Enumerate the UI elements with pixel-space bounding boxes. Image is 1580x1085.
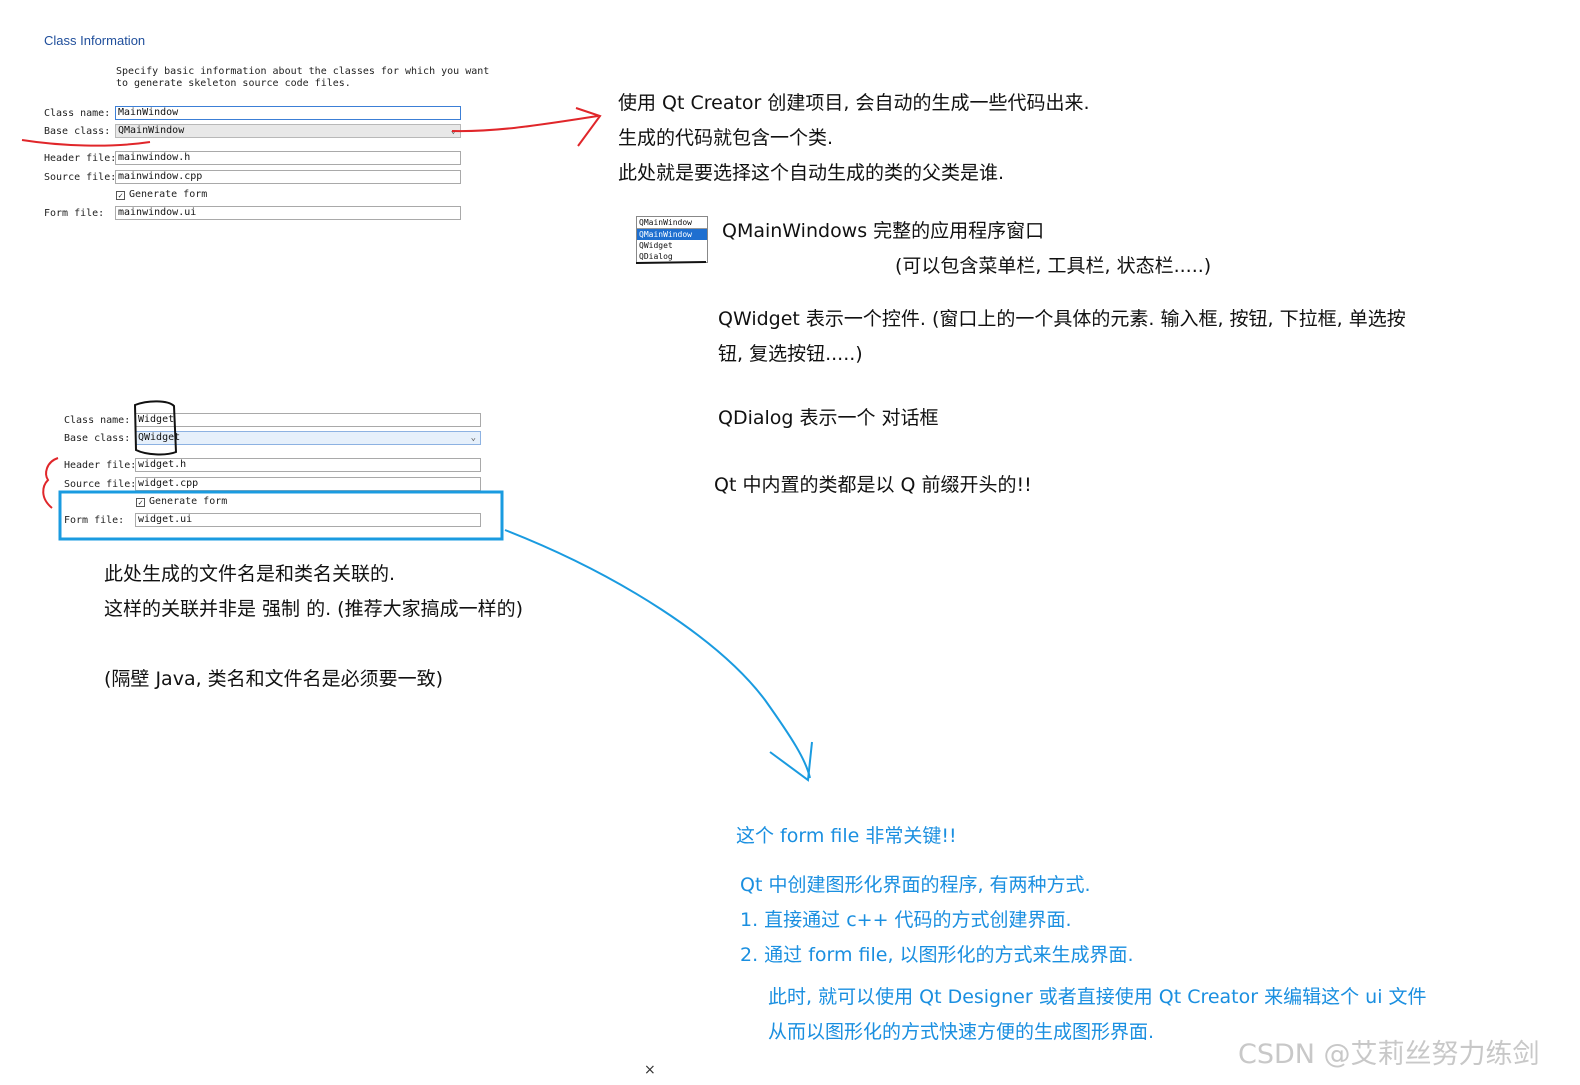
blue-arrowhead-annotation xyxy=(769,741,813,782)
note-way-1: 1. 直接通过 c++ 代码的方式创建界面. xyxy=(740,909,1072,931)
red-arrow-annotation xyxy=(451,115,599,133)
note-qwidget-1: QWidget 表示一个控件. (窗口上的一个具体的元素. 输入框, 按钮, 下… xyxy=(718,308,1406,330)
black-bracket-annotation xyxy=(133,400,178,456)
note-intro-1: 使用 Qt Creator 创建项目, 会自动的生成一些代码出来. xyxy=(618,92,1090,114)
note-java: (隔壁 Java, 类名和文件名是必须要一致) xyxy=(104,668,444,690)
note-designer-2: 从而以图形化的方式快速方便的生成图形界面. xyxy=(768,1021,1155,1043)
note-file-1: 此处生成的文件名是和类名关联的. xyxy=(104,563,396,585)
note-form-key: 这个 form file 非常关键!! xyxy=(736,825,957,847)
watermark: CSDN @艾莉丝努力练剑 xyxy=(1238,1039,1540,1070)
dropdown-underline-annotation xyxy=(635,261,707,264)
close-icon[interactable]: × xyxy=(644,1062,656,1078)
note-intro-3: 此处就是要选择这个自动生成的类的父类是谁. xyxy=(618,162,1005,184)
note-qdialog: QDialog 表示一个 对话框 xyxy=(718,407,939,429)
note-qwidget-2: 钮, 复选按钮.....) xyxy=(718,343,863,365)
note-q-prefix: Qt 中内置的类都是以 Q 前缀开头的!! xyxy=(714,474,1032,496)
note-ways: Qt 中创建图形化界面的程序, 有两种方式. xyxy=(740,874,1091,896)
red-underline-annotation xyxy=(21,139,151,147)
blue-arrow-annotation xyxy=(504,529,811,779)
note-designer-1: 此时, 就可以使用 Qt Designer 或者直接使用 Qt Creator … xyxy=(768,986,1427,1008)
note-way-2: 2. 通过 form file, 以图形化的方式来生成界面. xyxy=(740,944,1134,966)
red-arrowhead-annotation xyxy=(575,107,602,147)
note-file-2: 这样的关联并非是 强制 的. (推荐大家搞成一样的) xyxy=(104,598,523,620)
note-qmainwindow-sub: (可以包含菜单栏, 工具栏, 状态栏.....) xyxy=(895,255,1212,277)
red-brace-annotation xyxy=(42,457,59,509)
note-intro-2: 生成的代码就包含一个类. xyxy=(618,127,834,149)
note-qmainwindow: QMainWindows 完整的应用程序窗口 xyxy=(722,220,1045,242)
blue-highlight-box xyxy=(58,490,504,541)
